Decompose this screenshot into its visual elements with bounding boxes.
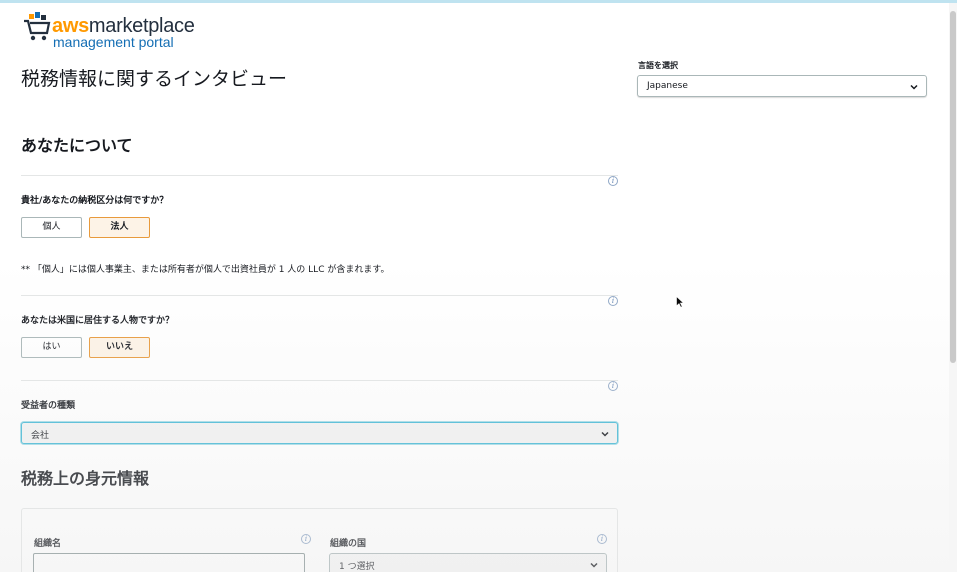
scrollbar-thumb[interactable] bbox=[950, 11, 956, 363]
us-person-yes-button[interactable]: はい bbox=[21, 337, 82, 358]
org-name-label: 組織名 bbox=[34, 539, 62, 549]
tax-identity-panel: 組織名 i 組織の国 i 1 つ選択 bbox=[21, 508, 618, 572]
tax-classification-business-button[interactable]: 法人 bbox=[89, 217, 150, 238]
us-person-no-button[interactable]: いいえ bbox=[89, 337, 150, 358]
info-icon[interactable]: i bbox=[301, 534, 311, 544]
page-title: 税務情報に関するインタビュー bbox=[21, 68, 288, 90]
org-country-label: 組織の国 bbox=[330, 539, 367, 549]
tax-identity-heading: 税務上の身元情報 bbox=[21, 469, 150, 488]
tax-classification-individual-button[interactable]: 個人 bbox=[21, 217, 82, 238]
language-label: 言語を選択 bbox=[638, 61, 678, 70]
mouse-pointer-icon bbox=[676, 296, 684, 308]
chevron-down-icon bbox=[910, 84, 918, 90]
language-select[interactable]: Japanese bbox=[637, 75, 927, 97]
individual-definition-note: ** 「個人」には個人事業主、または所有者が個人で出資社員が 1 人の LLC … bbox=[21, 265, 390, 275]
top-accent-bar bbox=[0, 0, 957, 3]
divider bbox=[21, 175, 618, 176]
cart-logo-icon bbox=[24, 12, 51, 41]
divider bbox=[21, 380, 618, 381]
info-icon[interactable]: i bbox=[597, 534, 607, 544]
info-icon[interactable]: i bbox=[608, 296, 618, 306]
chevron-down-icon bbox=[601, 431, 609, 437]
us-person-question: あなたは米国に居住する人物ですか？ bbox=[21, 316, 175, 326]
info-icon[interactable]: i bbox=[608, 176, 618, 186]
org-country-selected-value: 1 つ選択 bbox=[339, 562, 375, 572]
org-country-select[interactable]: 1 つ選択 bbox=[329, 553, 607, 572]
about-you-heading: あなたについて bbox=[21, 136, 133, 155]
info-icon[interactable]: i bbox=[608, 381, 618, 391]
logo-subtitle: management portal bbox=[53, 34, 174, 50]
aws-marketplace-logo[interactable]: awsmarketplace management portal bbox=[23, 12, 223, 52]
divider bbox=[21, 295, 618, 296]
payee-type-selected-value: 会社 bbox=[31, 431, 50, 441]
org-name-input[interactable] bbox=[33, 553, 305, 572]
page-scrollbar[interactable] bbox=[949, 3, 957, 572]
chevron-down-icon bbox=[590, 562, 598, 568]
language-selected-value: Japanese bbox=[647, 81, 688, 91]
tax-classification-question: 貴社/あなたの納税区分は何ですか？ bbox=[21, 196, 169, 206]
payee-type-select[interactable]: 会社 bbox=[21, 422, 618, 444]
payee-type-label: 受益者の種類 bbox=[21, 401, 76, 411]
